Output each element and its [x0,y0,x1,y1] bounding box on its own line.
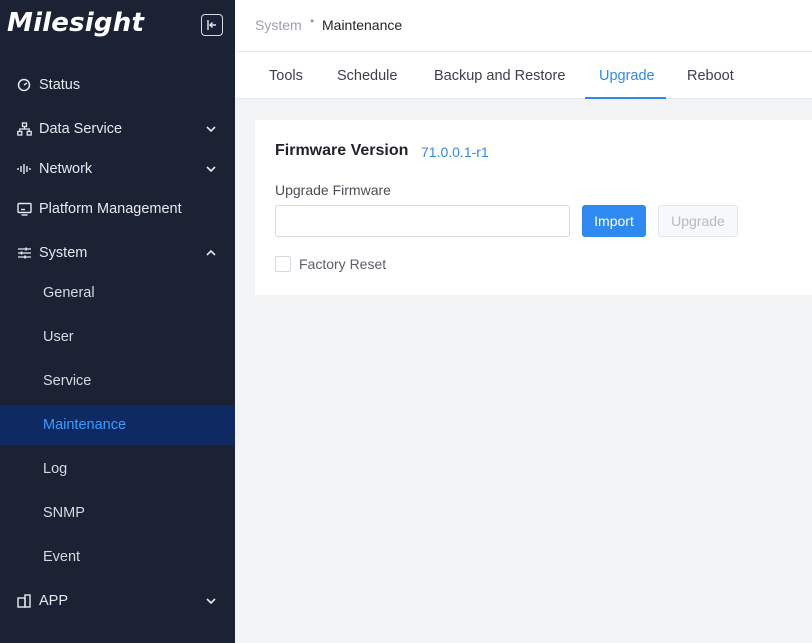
sidebar-item-label: APP [39,593,69,609]
firmware-file-input[interactable] [275,205,570,237]
sidebar-subitem-service[interactable]: Service [0,361,235,401]
sidebar-subitem-label: Maintenance [43,417,127,433]
status-icon [16,77,32,93]
sidebar-subitem-log[interactable]: Log [0,449,235,489]
app-icon [16,593,32,609]
firmware-version-title: Firmware Version [275,142,409,159]
sidebar-subitem-label: Log [43,461,68,477]
sidebar-item-status[interactable]: Status [0,65,235,105]
chevron-down-icon [206,166,216,173]
active-tab-indicator [585,97,666,99]
monitor-icon [16,201,32,217]
sliders-icon [16,245,32,261]
breadcrumb: System • Maintenance [235,0,812,52]
import-button[interactable]: Import [582,205,646,237]
tab-tools[interactable]: Tools [269,68,303,84]
sidebar-item-network[interactable]: Network [0,149,235,189]
sidebar-subitem-label: Event [43,549,81,565]
sidebar-item-app[interactable]: APP [0,581,235,621]
tab-reboot[interactable]: Reboot [687,68,734,84]
logo-row: Milesight [0,0,235,52]
tab-upgrade[interactable]: Upgrade [599,68,655,84]
sidebar-subitem-label: SNMP [43,505,85,521]
upgrade-button[interactable]: Upgrade [658,205,738,237]
collapse-icon [207,20,216,30]
network-icon [16,161,32,177]
firmware-version-value: 71.0.0.1-r1 [421,144,489,160]
tab-backup-and-restore[interactable]: Backup and Restore [434,68,565,84]
sidebar-subitem-user[interactable]: User [0,317,235,357]
sidebar-item-label: Network [39,161,93,177]
sidebar: Milesight Status Data Service Network Pl… [0,0,235,643]
sidebar-item-label: System [39,245,88,261]
chevron-down-icon [206,598,216,605]
sidebar-item-label: Status [39,77,81,93]
tab-schedule[interactable]: Schedule [337,68,397,84]
sidebar-item-system[interactable]: System [0,233,235,273]
breadcrumb-separator: • [310,14,315,28]
sidebar-subitem-label: User [43,329,74,345]
sidebar-item-data-service[interactable]: Data Service [0,109,235,149]
sidebar-subitem-general[interactable]: General [0,273,235,313]
logo: Milesight [7,8,145,38]
factory-reset-label: Factory Reset [299,256,387,272]
breadcrumb-current: Maintenance [322,17,403,33]
sidebar-subitem-event[interactable]: Event [0,537,235,577]
sidebar-item-platform-management[interactable]: Platform Management [0,189,235,229]
sidebar-item-label: Platform Management [39,201,182,217]
main-content: System • Maintenance Tools Schedule Back… [235,0,812,643]
chevron-up-icon [206,249,216,256]
collapse-sidebar-button[interactable] [201,14,223,36]
sidebar-subitem-label: General [43,285,95,301]
sidebar-subitem-maintenance[interactable]: Maintenance [0,405,235,445]
sidebar-subitem-snmp[interactable]: SNMP [0,493,235,533]
firmware-card: Firmware Version 71.0.0.1-r1 Upgrade Fir… [255,120,812,295]
tabs-bar: Tools Schedule Backup and Restore Upgrad… [235,52,812,99]
upgrade-firmware-label: Upgrade Firmware [275,182,391,198]
sidebar-item-label: Data Service [39,121,123,137]
sidebar-subitem-label: Service [43,373,92,389]
data-service-icon [16,121,32,137]
breadcrumb-parent[interactable]: System [255,17,302,33]
factory-reset-checkbox[interactable] [275,256,291,272]
chevron-down-icon [206,126,216,133]
